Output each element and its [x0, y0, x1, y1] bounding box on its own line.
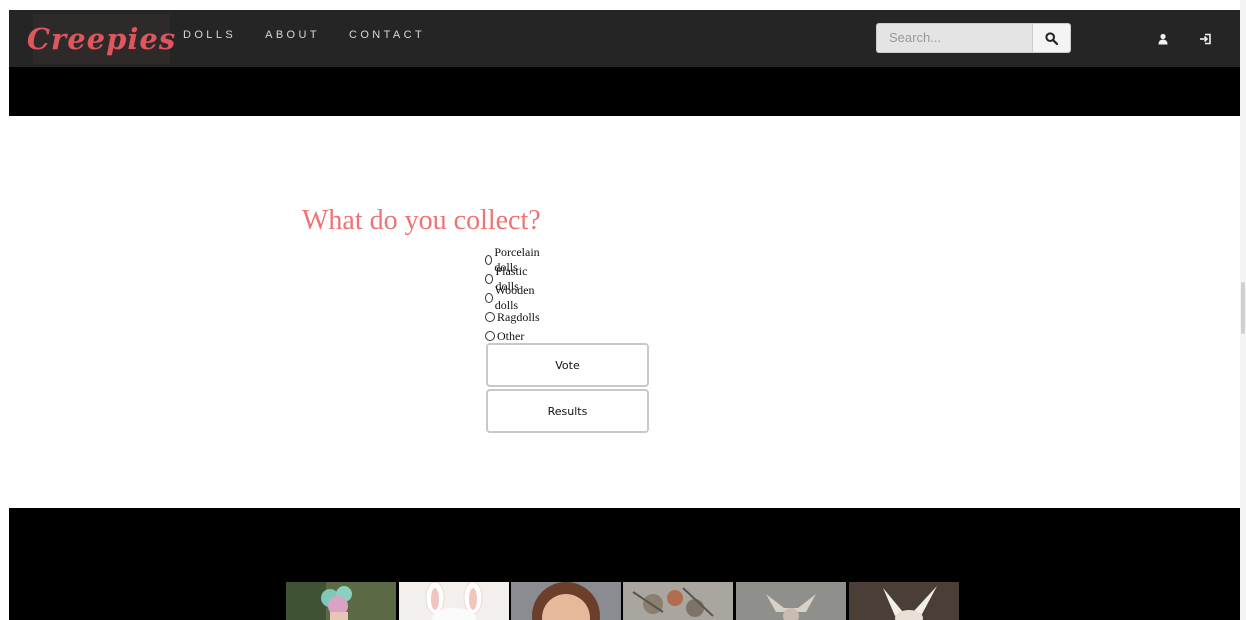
radio-button[interactable]	[485, 331, 495, 342]
header-banner	[9, 67, 1240, 116]
nav-item-contact[interactable]: CONTACT	[349, 29, 425, 41]
scrollbar-thumb[interactable]	[1241, 282, 1245, 334]
brand-logo[interactable]: Creepies	[27, 14, 175, 64]
vertical-scrollbar[interactable]	[1240, 0, 1246, 620]
search-input[interactable]: Search...	[876, 23, 1032, 53]
nav-links: DOLLS ABOUT CONTACT	[183, 29, 454, 41]
poll-options: Porcelain dolls Plastic dolls Wooden dol…	[485, 245, 542, 346]
login-icon	[1199, 33, 1211, 45]
gallery-thumb-4[interactable]	[623, 582, 733, 620]
gallery-thumb-2[interactable]	[399, 582, 509, 620]
search-form: Search...	[876, 23, 1071, 53]
radio-button[interactable]	[485, 254, 493, 265]
doll-photo-bat-ears-icon	[849, 582, 959, 620]
login-button[interactable]	[1196, 30, 1214, 48]
radio-button[interactable]	[485, 292, 493, 303]
user-icon	[1158, 33, 1168, 45]
brand-logo-text: Creepies	[26, 22, 177, 56]
results-button[interactable]: Results	[486, 389, 649, 433]
user-button[interactable]	[1154, 30, 1172, 48]
vote-button[interactable]: Vote	[486, 343, 649, 387]
poll-option-label: Ragdolls	[497, 309, 540, 324]
search-button[interactable]	[1032, 23, 1071, 53]
poll-title: What do you collect?	[302, 205, 541, 236]
doll-photo-girl-face-icon	[511, 582, 621, 620]
nav-item-about[interactable]: ABOUT	[265, 29, 320, 41]
gallery-thumb-1[interactable]	[286, 582, 396, 620]
radio-button[interactable]	[485, 273, 494, 284]
nav-item-dolls[interactable]: DOLLS	[183, 29, 236, 41]
radio-button[interactable]	[485, 312, 495, 323]
poll-option-label: Wooden dolls	[494, 282, 535, 312]
doll-photo-green-hair-icon	[286, 582, 396, 620]
poll-option-label: Other	[497, 328, 525, 343]
gallery-thumb-6[interactable]	[849, 582, 959, 620]
doll-photo-horned-figure-icon	[736, 582, 846, 620]
gallery-thumb-3[interactable]	[511, 582, 621, 620]
doll-photo-rusty-gears-icon	[623, 582, 733, 620]
top-strip	[0, 0, 1246, 10]
poll-option-ragdolls[interactable]: Ragdolls	[485, 308, 542, 327]
doll-photo-white-rabbit-icon	[399, 582, 509, 620]
poll-option-wooden[interactable]: Wooden dolls	[485, 283, 542, 312]
search-icon	[1045, 31, 1058, 45]
gallery-thumb-5[interactable]	[736, 582, 846, 620]
navbar: Creepies DOLLS ABOUT CONTACT Search...	[9, 10, 1240, 67]
